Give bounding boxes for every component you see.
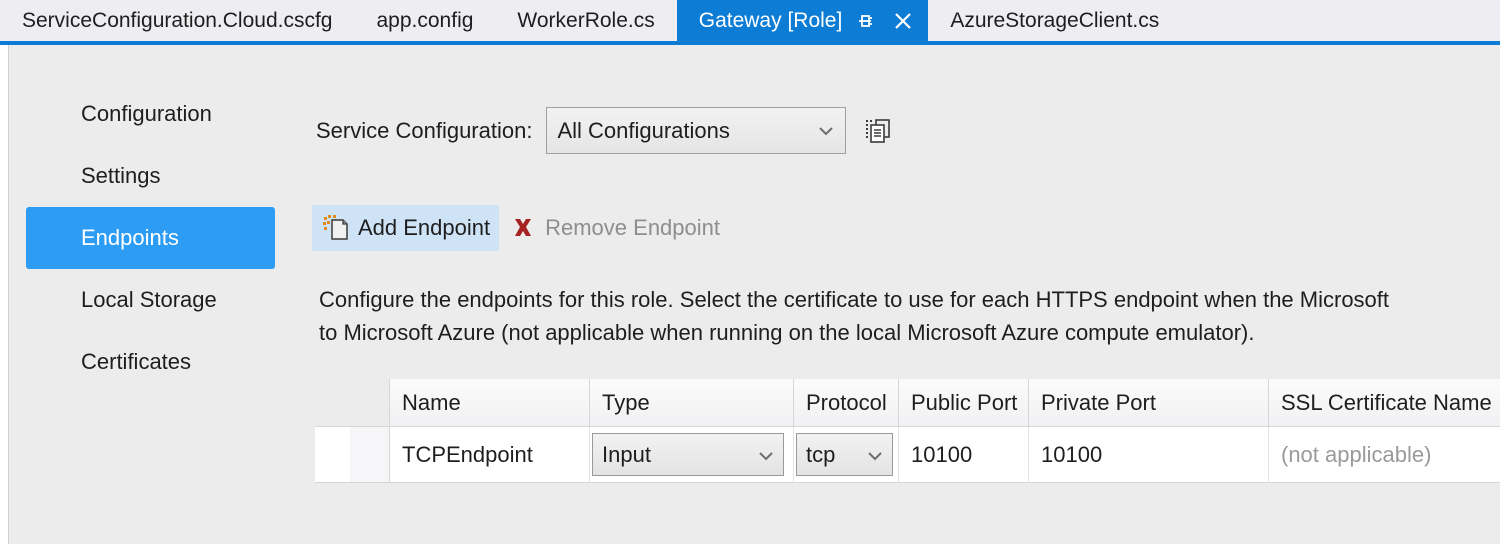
column-header-label: Type [602, 390, 650, 416]
sidebar-item-label: Configuration [81, 101, 212, 127]
grid-header-row: Name Type Protocol Public Port Private P… [315, 379, 1500, 427]
designer-category-list: Configuration Settings Endpoints Local S… [26, 83, 275, 393]
row-selector-cell[interactable] [315, 427, 390, 482]
endpoints-grid: Name Type Protocol Public Port Private P… [315, 379, 1500, 483]
sidebar-item-label: Local Storage [81, 287, 217, 313]
sidebar-item-label: Certificates [81, 349, 191, 375]
table-row[interactable]: TCPEndpoint Input tcp [315, 427, 1500, 483]
tab-label: AzureStorageClient.cs [950, 10, 1159, 31]
cell-value: 10100 [911, 442, 972, 468]
red-x-icon [508, 213, 538, 243]
service-configuration-label: Service Configuration: [316, 118, 532, 144]
remove-endpoint-label: Remove Endpoint [545, 215, 720, 241]
column-header-label: SSL Certificate Name [1281, 390, 1492, 416]
cell-name[interactable]: TCPEndpoint [390, 427, 590, 482]
tab-label: Gateway [Role] [699, 10, 843, 31]
service-configuration-row: Service Configuration: All Configuration… [316, 107, 896, 154]
tab-label: WorkerRole.cs [517, 10, 654, 31]
cell-value: TCPEndpoint [402, 442, 533, 468]
sidebar-item-label: Endpoints [81, 225, 179, 251]
protocol-select[interactable]: tcp [796, 433, 893, 476]
protocol-value: tcp [806, 442, 835, 468]
close-icon[interactable] [888, 6, 918, 36]
pin-icon[interactable] [850, 6, 880, 36]
cell-value: 10100 [1041, 442, 1102, 468]
chevron-down-icon [866, 442, 884, 468]
endpoints-description: Configure the endpoints for this role. S… [319, 283, 1500, 349]
column-header-label: Private Port [1041, 390, 1156, 416]
chevron-down-icon [757, 442, 775, 468]
new-document-icon [321, 213, 351, 243]
cell-public-port[interactable]: 10100 [899, 427, 1029, 482]
tab-serviceconfiguration-cloud-cscfg[interactable]: ServiceConfiguration.Cloud.cscfg [0, 0, 355, 41]
column-header-label: Name [402, 390, 461, 416]
sidebar-item-configuration[interactable]: Configuration [26, 83, 275, 145]
cell-value: (not applicable) [1281, 442, 1431, 468]
endpoints-toolbar: Add Endpoint Remove Endpoint [312, 205, 729, 251]
remove-endpoint-button[interactable]: Remove Endpoint [499, 205, 729, 251]
cell-private-port[interactable]: 10100 [1029, 427, 1269, 482]
add-endpoint-button[interactable]: Add Endpoint [312, 205, 499, 251]
tab-label: app.config [377, 10, 474, 31]
editor-tab-strip: ServiceConfiguration.Cloud.cscfg app.con… [0, 0, 1500, 41]
endpoints-pane: Service Configuration: All Configuration… [307, 45, 1500, 544]
tab-app-config[interactable]: app.config [355, 0, 496, 41]
column-header-label: Protocol [806, 390, 887, 416]
tab-workerrole-cs[interactable]: WorkerRole.cs [495, 0, 676, 41]
column-header-protocol: Protocol [794, 379, 899, 426]
sidebar-item-endpoints[interactable]: Endpoints [26, 207, 275, 269]
tab-azurestorageclient-cs[interactable]: AzureStorageClient.cs [928, 0, 1181, 41]
type-value: Input [602, 442, 651, 468]
role-designer-surface: Configuration Settings Endpoints Local S… [0, 45, 1500, 544]
column-header-name: Name [390, 379, 590, 426]
sidebar-item-label: Settings [81, 163, 161, 189]
sidebar-item-local-storage[interactable]: Local Storage [26, 269, 275, 331]
cell-protocol[interactable]: tcp [794, 427, 899, 482]
column-header-public-port: Public Port [899, 379, 1029, 426]
copy-configurations-icon[interactable] [862, 114, 896, 148]
service-configuration-select[interactable]: All Configurations [546, 107, 846, 154]
sidebar-item-settings[interactable]: Settings [26, 145, 275, 207]
service-configuration-value: All Configurations [557, 118, 729, 144]
grid-header-gutter [315, 379, 390, 426]
column-header-label: Public Port [911, 390, 1017, 416]
column-header-type: Type [590, 379, 794, 426]
description-line-1: Configure the endpoints for this role. S… [319, 287, 1389, 312]
description-line-2: to Microsoft Azure (not applicable when … [319, 316, 1500, 349]
sidebar-item-certificates[interactable]: Certificates [26, 331, 275, 393]
chevron-down-icon [816, 118, 836, 144]
tab-label: ServiceConfiguration.Cloud.cscfg [22, 10, 333, 31]
add-endpoint-label: Add Endpoint [358, 215, 490, 241]
type-select[interactable]: Input [592, 433, 784, 476]
tab-gateway-role[interactable]: Gateway [Role] [677, 0, 929, 41]
cell-type[interactable]: Input [590, 427, 794, 482]
column-header-private-port: Private Port [1029, 379, 1269, 426]
column-header-ssl-certificate-name: SSL Certificate Name [1269, 379, 1500, 426]
cell-ssl-certificate-name[interactable]: (not applicable) [1269, 427, 1500, 482]
